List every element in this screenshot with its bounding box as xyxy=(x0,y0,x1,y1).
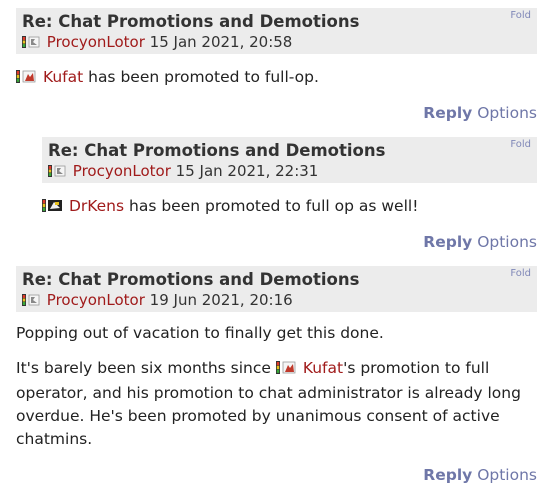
post-header: Re: Chat Promotions and Demotions Fold P… xyxy=(42,137,537,183)
reply-link[interactable]: Reply xyxy=(423,104,472,122)
user-status-icon xyxy=(48,163,68,183)
post-body: Kufat has been promoted to full-op. xyxy=(16,66,537,91)
user-status-icon xyxy=(275,359,298,382)
reply-link[interactable]: Reply xyxy=(423,466,472,484)
author-link[interactable]: ProcyonLotor xyxy=(73,162,171,180)
mentioned-user-link[interactable]: Kufat xyxy=(43,68,83,86)
post-header: Re: Chat Promotions and Demotions Fold P… xyxy=(16,266,537,312)
user-status-icon xyxy=(22,292,42,312)
options-link[interactable]: Options xyxy=(477,104,537,122)
mentioned-user-link[interactable]: DrKens xyxy=(69,197,124,215)
post-title: Re: Chat Promotions and Demotions xyxy=(48,141,386,160)
post-meta: ProcyonLotor 15 Jan 2021, 20:58 xyxy=(22,32,531,54)
post-meta: ProcyonLotor 15 Jan 2021, 22:31 xyxy=(48,161,531,183)
post-title: Re: Chat Promotions and Demotions xyxy=(22,270,360,289)
user-status-icon xyxy=(22,34,42,54)
body-paragraph: It's barely been six months since Kufat'… xyxy=(16,357,537,451)
author-link[interactable]: ProcyonLotor xyxy=(47,291,145,309)
body-text: It's barely been six months since xyxy=(16,359,276,377)
post-title: Re: Chat Promotions and Demotions xyxy=(22,12,360,31)
options-link[interactable]: Options xyxy=(477,466,537,484)
post-body: Popping out of vacation to finally get t… xyxy=(16,322,537,451)
user-status-icon xyxy=(42,197,64,220)
post-header: Re: Chat Promotions and Demotions Fold P… xyxy=(16,8,537,54)
mentioned-user-link[interactable]: Kufat xyxy=(303,359,343,377)
author-link[interactable]: ProcyonLotor xyxy=(47,33,145,51)
body-text: has been promoted to full op as well! xyxy=(124,197,419,215)
post-actions: Reply Options xyxy=(16,465,537,485)
options-link[interactable]: Options xyxy=(477,233,537,251)
body-paragraph: Popping out of vacation to finally get t… xyxy=(16,324,384,342)
post-date: 15 Jan 2021, 22:31 xyxy=(175,162,319,180)
post-2: Re: Chat Promotions and Demotions Fold P… xyxy=(42,137,537,252)
fold-link[interactable]: Fold xyxy=(510,268,531,279)
post-1: Re: Chat Promotions and Demotions Fold P… xyxy=(16,8,537,123)
post-date: 15 Jan 2021, 20:58 xyxy=(149,33,293,51)
post-actions: Reply Options xyxy=(16,103,537,123)
body-text: has been promoted to full-op. xyxy=(83,68,319,86)
post-3: Re: Chat Promotions and Demotions Fold P… xyxy=(16,266,537,485)
reply-link[interactable]: Reply xyxy=(423,233,472,251)
post-body: DrKens has been promoted to full op as w… xyxy=(42,195,537,220)
fold-link[interactable]: Fold xyxy=(510,10,531,21)
post-actions: Reply Options xyxy=(42,232,537,252)
post-meta: ProcyonLotor 19 Jun 2021, 20:16 xyxy=(22,290,531,312)
fold-link[interactable]: Fold xyxy=(510,139,531,150)
user-status-icon xyxy=(16,68,38,91)
post-date: 19 Jun 2021, 20:16 xyxy=(149,291,293,309)
